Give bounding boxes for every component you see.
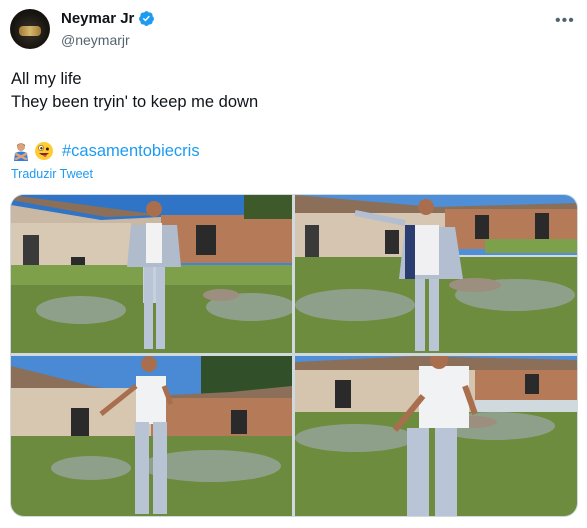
tweet-card: Neymar Jr @neymarjr ••• All my life They…: [0, 0, 587, 528]
avatar[interactable]: [10, 9, 50, 49]
author-name[interactable]: Neymar Jr: [61, 10, 134, 27]
verified-badge-icon: [139, 11, 155, 26]
hashtag-link[interactable]: #casamentobiecris: [62, 142, 200, 161]
tweet-photo-4[interactable]: [295, 356, 577, 516]
tweet-text: All my life They been tryin' to keep me …: [11, 68, 258, 114]
tweet-photo-3[interactable]: [11, 356, 292, 516]
zany-face-icon: [35, 142, 53, 160]
translate-tweet-link[interactable]: Traduzir Tweet: [11, 167, 93, 181]
tweet-photo-2[interactable]: [295, 195, 577, 353]
tweet-line-2: They been tryin' to keep me down: [11, 93, 259, 111]
more-horizontal-icon[interactable]: •••: [555, 12, 575, 30]
author-handle[interactable]: @neymarjr: [61, 32, 130, 48]
tweet-photo-1[interactable]: [11, 195, 292, 353]
man-gesturing-no-icon: [14, 143, 28, 161]
author-row: Neymar Jr: [61, 10, 155, 27]
tweet-line-1: All my life: [11, 70, 82, 88]
tweet-tagline: #casamentobiecris: [11, 141, 200, 161]
media-grid: [10, 194, 578, 517]
